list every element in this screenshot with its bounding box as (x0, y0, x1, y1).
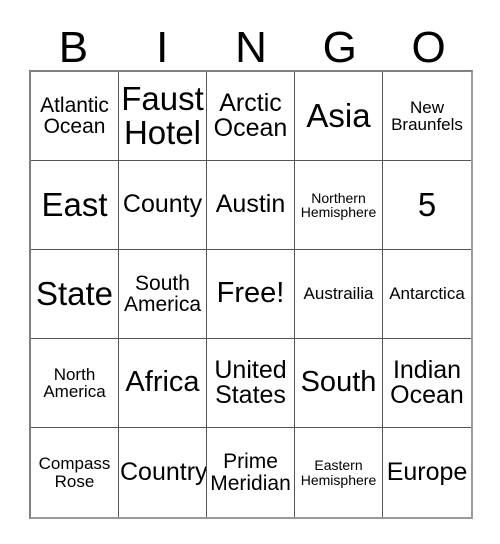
bingo-cell-label: Compass Rose (38, 454, 111, 491)
bingo-cell-g5[interactable]: Eastern Hemisphere (295, 428, 383, 517)
bingo-cell-label: Northern Hemisphere (300, 189, 377, 220)
bingo-grid: Atlantic Ocean Faust Hotel Arctic Ocean … (29, 70, 473, 519)
bingo-cell-o5[interactable]: Europe (383, 428, 471, 517)
bingo-cell-label: Austin (215, 190, 286, 219)
bingo-cell-g2[interactable]: Northern Hemisphere (295, 161, 383, 250)
bingo-cell-label: South (300, 366, 377, 399)
bingo-cell-n4[interactable]: United States (207, 339, 295, 428)
bingo-cell-label: Austrailia (303, 284, 374, 304)
bingo-cell-b4[interactable]: North America (31, 339, 119, 428)
bingo-cell-g1[interactable]: Asia (295, 72, 383, 161)
bingo-cell-label: New Braunfels (391, 97, 463, 134)
bingo-header-letter-i: I (156, 23, 169, 72)
bingo-cell-n5[interactable]: Prime Meridian (207, 428, 295, 517)
bingo-header-letter-o: O (411, 23, 446, 72)
bingo-header-letter-n: N (235, 23, 267, 72)
bingo-cell-label: East (41, 186, 108, 224)
bingo-cell-b3[interactable]: State (31, 250, 119, 339)
bingo-cell-i2[interactable]: County (119, 161, 207, 250)
bingo-cell-b5[interactable]: Compass Rose (31, 428, 119, 517)
bingo-cell-label: South America (123, 271, 202, 316)
bingo-cell-label: Europe (386, 457, 468, 486)
bingo-header-letter-g: G (322, 23, 357, 72)
bingo-cell-label: 5 (417, 186, 437, 224)
bingo-cell-g4[interactable]: South (295, 339, 383, 428)
bingo-card: B I N G O Atlantic Ocean Faust Hotel Arc… (29, 16, 473, 519)
bingo-cell-label: Asia (306, 97, 371, 135)
bingo-cell-b2[interactable]: East (31, 161, 119, 250)
bingo-cell-free-space[interactable]: Free! (207, 250, 295, 339)
bingo-cell-label: Atlantic Ocean (40, 93, 109, 138)
bingo-cell-label: Eastern Hemisphere (300, 457, 377, 488)
bingo-cell-label: Africa (125, 366, 200, 399)
bingo-cell-label: Indian Ocean (390, 355, 464, 409)
bingo-cell-n1[interactable]: Arctic Ocean (207, 72, 295, 161)
bingo-cell-i5[interactable]: Country (119, 428, 207, 517)
bingo-cell-label: Arctic Ocean (213, 88, 288, 142)
bingo-cell-label: State (35, 275, 114, 313)
bingo-cell-i1[interactable]: Faust Hotel (119, 72, 207, 161)
bingo-cell-o1[interactable]: New Braunfels (383, 72, 471, 161)
bingo-cell-o4[interactable]: Indian Ocean (383, 339, 471, 428)
bingo-free-space-label: Free! (216, 277, 285, 310)
bingo-cell-label: Faust Hotel (121, 80, 204, 151)
bingo-cell-label: Antarctica (389, 284, 465, 304)
bingo-cell-o2[interactable]: 5 (383, 161, 471, 250)
bingo-cell-label: North America (43, 364, 106, 401)
bingo-header-row: B I N G O (29, 16, 473, 70)
bingo-cell-i3[interactable]: South America (119, 250, 207, 339)
bingo-cell-n2[interactable]: Austin (207, 161, 295, 250)
bingo-cell-label: Prime Meridian (210, 450, 291, 495)
bingo-cell-o3[interactable]: Antarctica (383, 250, 471, 339)
bingo-cell-g3[interactable]: Austrailia (295, 250, 383, 339)
bingo-header-letter-b: B (58, 23, 89, 72)
bingo-cell-b1[interactable]: Atlantic Ocean (31, 72, 119, 161)
bingo-cell-label: United States (214, 355, 287, 409)
bingo-cell-label: Country (120, 457, 207, 486)
bingo-cell-i4[interactable]: Africa (119, 339, 207, 428)
bingo-cell-label: County (122, 190, 203, 219)
